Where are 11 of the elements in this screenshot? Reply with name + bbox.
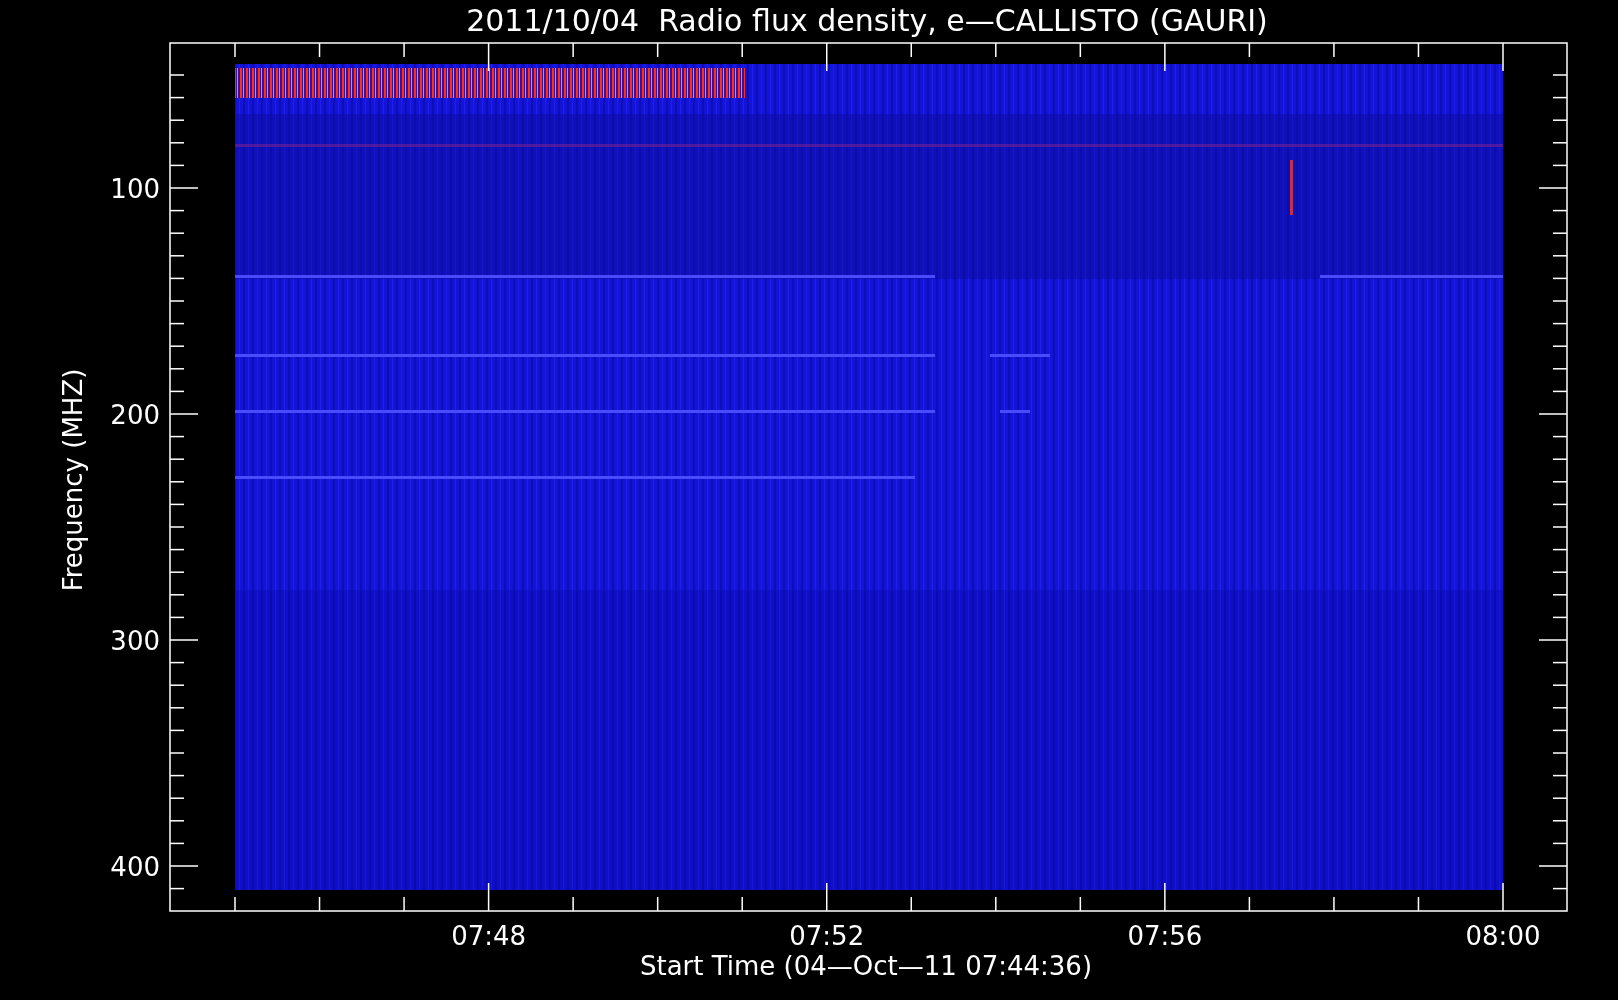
tick-label: 07:56 — [1127, 921, 1203, 951]
tick-label: 07:48 — [451, 921, 527, 951]
tick-label: 300 — [110, 626, 160, 656]
axis-label: Frequency (MHZ) — [58, 368, 88, 592]
tick-label: 07:52 — [789, 921, 865, 951]
tick-label: 08:00 — [1465, 921, 1541, 951]
chart-title: 2011/10/04 Radio flux density, e—CALLISTO (GAURI) — [466, 3, 1268, 38]
tick-label: 200 — [110, 400, 160, 430]
axis-label: Start Time (04—Oct—11 07:44:36) — [639, 951, 1093, 981]
tick-label: 100 — [110, 174, 160, 204]
tick-label: 400 — [110, 852, 160, 882]
